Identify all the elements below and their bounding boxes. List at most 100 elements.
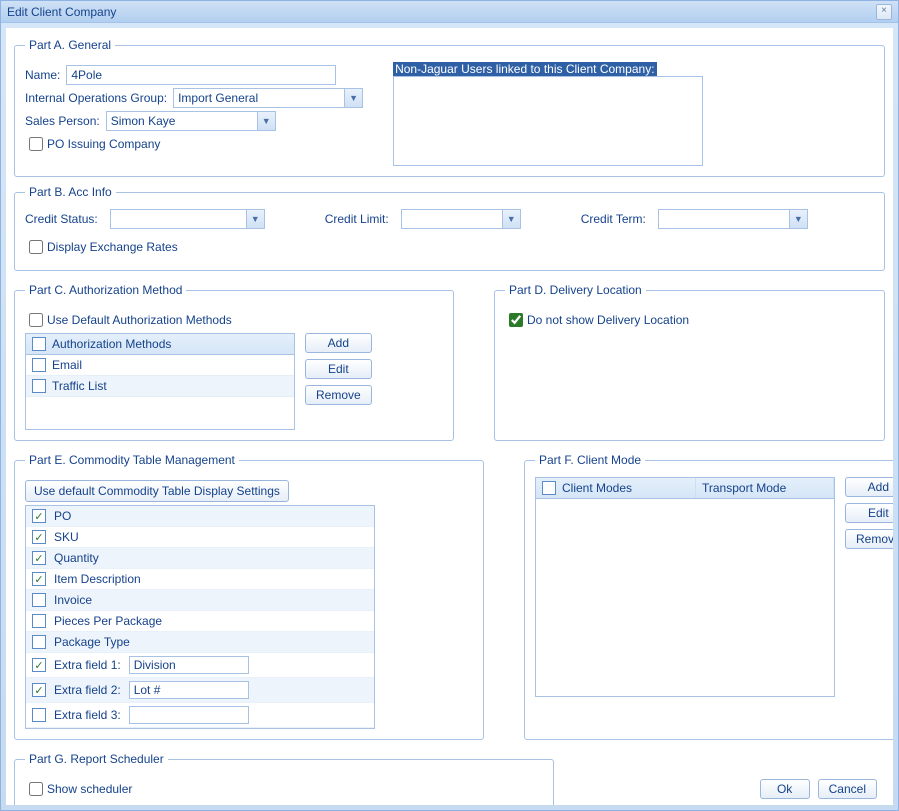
item-label: PO — [54, 509, 71, 523]
linked-users-box[interactable] — [393, 76, 703, 166]
row-checkbox[interactable] — [32, 358, 46, 372]
display-rates-checkbox[interactable] — [29, 240, 43, 254]
row-checkbox[interactable] — [32, 379, 46, 393]
table-row[interactable]: Traffic List — [26, 376, 294, 397]
extra-field-input[interactable] — [129, 681, 249, 699]
auth-header-label: Authorization Methods — [52, 337, 171, 351]
ok-button[interactable]: Ok — [760, 779, 810, 799]
part-c-legend: Part C. Authorization Method — [25, 283, 186, 297]
credit-limit-label: Credit Limit: — [325, 212, 389, 226]
do-not-show-delivery-label: Do not show Delivery Location — [527, 313, 689, 327]
edit-button[interactable]: Edit — [305, 359, 372, 379]
list-item[interactable]: Extra field 1: — [26, 653, 374, 678]
credit-status-combo[interactable]: ▼ — [110, 209, 265, 229]
use-default-commodity-button[interactable]: Use default Commodity Table Display Sett… — [25, 480, 289, 502]
list-item[interactable]: Invoice — [26, 590, 374, 611]
add-button[interactable]: Add — [845, 477, 893, 497]
part-d-legend: Part D. Delivery Location — [505, 283, 646, 297]
chevron-down-icon[interactable]: ▼ — [257, 112, 275, 130]
part-b-acc-info: Part B. Acc Info Credit Status: ▼ Credit… — [14, 185, 885, 271]
display-rates-label: Display Exchange Rates — [47, 240, 178, 254]
list-item[interactable]: Pieces Per Package — [26, 611, 374, 632]
list-item[interactable]: Package Type — [26, 632, 374, 653]
credit-status-input[interactable] — [111, 210, 246, 228]
auth-grid-header[interactable]: Authorization Methods — [26, 334, 294, 355]
part-c-auth-method: Part C. Authorization Method Use Default… — [14, 283, 454, 441]
po-issuing-label: PO Issuing Company — [47, 137, 160, 151]
item-checkbox[interactable] — [32, 530, 46, 544]
item-label: Extra field 1: — [54, 658, 121, 672]
cancel-button[interactable]: Cancel — [818, 779, 877, 799]
credit-limit-combo[interactable]: ▼ — [401, 209, 521, 229]
item-label: Extra field 3: — [54, 708, 121, 722]
edit-button[interactable]: Edit — [845, 503, 893, 523]
auth-methods-grid[interactable]: Authorization Methods Email Traffic List — [25, 333, 295, 430]
item-label: Item Description — [54, 572, 141, 586]
credit-term-combo[interactable]: ▼ — [658, 209, 808, 229]
window-title: Edit Client Company — [7, 5, 116, 19]
credit-status-label: Credit Status: — [25, 212, 98, 226]
item-label: Invoice — [54, 593, 92, 607]
item-checkbox[interactable] — [32, 572, 46, 586]
chevron-down-icon[interactable]: ▼ — [344, 89, 362, 107]
extra-field-input[interactable] — [129, 706, 249, 724]
part-d-delivery-location: Part D. Delivery Location Do not show De… — [494, 283, 885, 441]
part-g-report-scheduler: Part G. Report Scheduler Show scheduler … — [14, 752, 554, 805]
linked-users-label: Non-Jaguar Users linked to this Client C… — [393, 62, 656, 76]
part-a-legend: Part A. General — [25, 38, 115, 52]
client-mode-header[interactable]: Client Modes Transport Mode — [536, 478, 834, 499]
titlebar: Edit Client Company × — [1, 1, 898, 23]
client-mode-col1: Client Modes — [562, 481, 632, 495]
client-mode-grid[interactable]: Client Modes Transport Mode — [535, 477, 835, 697]
item-checkbox[interactable] — [32, 593, 46, 607]
row-label: Traffic List — [52, 379, 107, 393]
show-scheduler-label: Show scheduler — [47, 782, 132, 796]
credit-term-input[interactable] — [659, 210, 789, 228]
extra-field-input[interactable] — [129, 656, 249, 674]
name-field[interactable] — [66, 65, 336, 85]
item-label: Pieces Per Package — [54, 614, 162, 628]
list-item[interactable]: SKU — [26, 527, 374, 548]
close-icon[interactable]: × — [876, 4, 892, 20]
table-row[interactable]: Email — [26, 355, 294, 376]
remove-button[interactable]: Remove — [845, 529, 893, 549]
item-checkbox[interactable] — [32, 509, 46, 523]
item-checkbox[interactable] — [32, 551, 46, 565]
dialog-window: Edit Client Company × Part A. General Na… — [0, 0, 899, 811]
item-checkbox[interactable] — [32, 708, 46, 722]
list-item[interactable]: PO — [26, 506, 374, 527]
part-f-legend: Part F. Client Mode — [535, 453, 645, 467]
item-label: Quantity — [54, 551, 99, 565]
iog-combo[interactable]: ▼ — [173, 88, 363, 108]
po-issuing-checkbox[interactable] — [29, 137, 43, 151]
iog-input[interactable] — [174, 89, 344, 107]
item-checkbox[interactable] — [32, 658, 46, 672]
list-item[interactable]: Quantity — [26, 548, 374, 569]
item-checkbox[interactable] — [32, 635, 46, 649]
list-item[interactable]: Item Description — [26, 569, 374, 590]
chevron-down-icon[interactable]: ▼ — [246, 210, 264, 228]
remove-button[interactable]: Remove — [305, 385, 372, 405]
part-b-legend: Part B. Acc Info — [25, 185, 116, 199]
item-checkbox[interactable] — [32, 614, 46, 628]
part-a-general: Part A. General Name: Internal Operation… — [14, 38, 885, 177]
auth-header-checkbox[interactable] — [32, 337, 46, 351]
do-not-show-delivery-checkbox[interactable] — [509, 313, 523, 327]
sales-combo[interactable]: ▼ — [106, 111, 276, 131]
client-mode-col2: Transport Mode — [702, 481, 786, 495]
add-button[interactable]: Add — [305, 333, 372, 353]
item-label: Package Type — [54, 635, 130, 649]
use-default-auth-checkbox[interactable] — [29, 313, 43, 327]
iog-label: Internal Operations Group: — [25, 91, 167, 105]
list-item[interactable]: Extra field 2: — [26, 678, 374, 703]
list-item[interactable]: Extra field 3: — [26, 703, 374, 728]
chevron-down-icon[interactable]: ▼ — [789, 210, 807, 228]
item-checkbox[interactable] — [32, 683, 46, 697]
part-e-legend: Part E. Commodity Table Management — [25, 453, 239, 467]
chevron-down-icon[interactable]: ▼ — [502, 210, 520, 228]
client-mode-header-checkbox[interactable] — [542, 481, 556, 495]
show-scheduler-checkbox[interactable] — [29, 782, 43, 796]
commodity-checklist: PO SKU Quantity Item Description Invoice Piec… — [25, 505, 375, 729]
sales-input[interactable] — [107, 112, 257, 130]
credit-limit-input[interactable] — [402, 210, 502, 228]
